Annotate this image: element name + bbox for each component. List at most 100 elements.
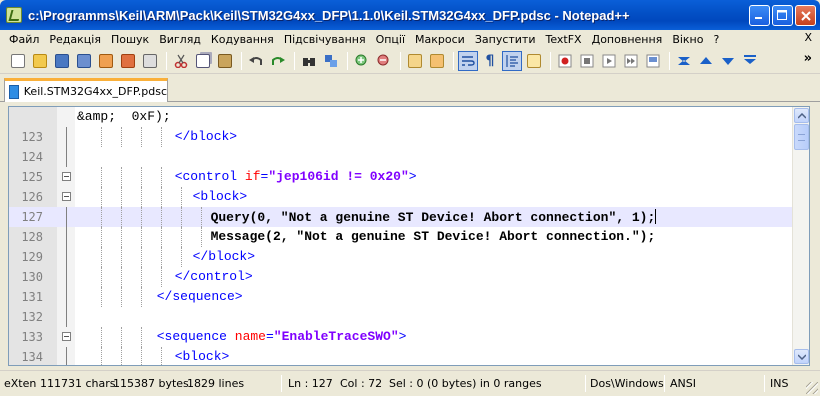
indent-guide (121, 227, 122, 247)
tab-document[interactable]: Keil.STM32G4xx_DFP.pdsc (4, 78, 168, 102)
indent-guide (121, 207, 122, 227)
sync-vertical-button[interactable] (405, 51, 425, 71)
menu-encoding[interactable]: Кодування (206, 33, 279, 46)
line-number: 129 (21, 250, 43, 264)
fold-toggle-icon[interactable] (62, 172, 71, 181)
paste-button[interactable] (215, 51, 235, 71)
code-token-tag: <block> (174, 349, 230, 364)
show-all-chars-button[interactable]: ¶ (480, 51, 500, 71)
indent-guide (121, 287, 122, 307)
undo-button[interactable] (246, 51, 266, 71)
menu-edit[interactable]: Редакція (44, 33, 106, 46)
menu-help[interactable]: ? (708, 33, 724, 46)
code-line: 124 (9, 147, 793, 167)
indent-guide (101, 347, 102, 365)
code-line-fragment: &amp; 0xF); (9, 107, 793, 127)
playback-macro-button[interactable] (599, 51, 619, 71)
minimize-button[interactable] (749, 5, 770, 26)
code-text: Message(2, "Not a genuine ST Device! Abo… (211, 229, 656, 244)
unfold-icon (744, 54, 756, 64)
indent-guide-button[interactable] (502, 50, 522, 71)
run-macro-multiple-button[interactable] (621, 51, 641, 71)
find-button[interactable] (299, 51, 319, 71)
menu-language[interactable]: Підсвічування (279, 33, 371, 46)
menu-run[interactable]: Запустити (470, 33, 541, 46)
indent-guide (121, 327, 122, 347)
word-wrap-button[interactable] (458, 50, 478, 71)
code-text: <block> (193, 189, 248, 204)
fold-line (66, 147, 67, 167)
zoom-out-button[interactable] (374, 51, 394, 71)
run-macro-multiple-icon (624, 54, 638, 67)
close-document-button[interactable]: X (804, 31, 812, 44)
record-macro-button[interactable] (555, 51, 575, 71)
cut-button[interactable] (171, 51, 191, 71)
save-macro-button[interactable] (643, 51, 663, 71)
save-button[interactable] (52, 51, 72, 71)
down-button[interactable] (718, 51, 738, 71)
indent-guide (141, 167, 142, 187)
zoom-in-button[interactable] (352, 51, 372, 71)
close-all-button[interactable] (118, 51, 138, 71)
open-file-button[interactable] (30, 51, 50, 71)
scroll-thumb[interactable] (794, 124, 809, 150)
code-line: 129 </block> (9, 247, 793, 267)
toolbar-separator (669, 51, 670, 70)
replace-button[interactable] (321, 51, 341, 71)
up-button[interactable] (696, 51, 716, 71)
copy-button[interactable] (193, 51, 213, 71)
indent-guide (141, 347, 142, 365)
code-token-tag: </sequence> (156, 289, 243, 304)
close-icon (99, 53, 113, 68)
toolbar-overflow-button[interactable]: » (804, 51, 812, 66)
status-encoding: ANSI (670, 377, 696, 390)
print-button[interactable] (140, 51, 160, 71)
vertical-scrollbar[interactable] (792, 107, 809, 365)
indent-guide (141, 207, 142, 227)
sync-horizontal-button[interactable] (427, 51, 447, 71)
code-token-tag: > (398, 329, 407, 344)
doc-map-button[interactable] (524, 51, 544, 71)
indent-guide (201, 227, 202, 247)
menu-file[interactable]: Файл (4, 33, 44, 46)
menu-window[interactable]: Вікно (667, 33, 708, 46)
code-line: 123 </block> (9, 127, 793, 147)
menu-settings[interactable]: Опції (371, 33, 410, 46)
editor[interactable]: &amp; 0xF); 123 </block> 124 125 <control if=… (8, 106, 810, 366)
maximize-button[interactable] (772, 5, 793, 26)
resize-grip[interactable] (806, 382, 818, 394)
close-window-button[interactable] (795, 5, 816, 26)
fold-toggle-icon[interactable] (62, 192, 71, 201)
scroll-down-button[interactable] (794, 349, 809, 364)
menu-macro[interactable]: Макроси (410, 33, 470, 46)
line-number: 128 (21, 230, 43, 244)
menu-plugins[interactable]: Доповнення (587, 33, 668, 46)
fold-toggle-icon[interactable] (62, 332, 71, 341)
fold-line (66, 127, 67, 147)
status-column: Col : 72 (340, 377, 383, 390)
redo-button[interactable] (268, 51, 288, 71)
menu-textfx[interactable]: TextFX (540, 33, 586, 46)
fold-line (66, 287, 67, 307)
indent-guide (201, 207, 202, 227)
code-line: 131 </sequence> (9, 287, 793, 307)
indent-guide (101, 227, 102, 247)
indent-guide (141, 127, 142, 147)
save-all-button[interactable] (74, 51, 94, 71)
line-number: 133 (21, 330, 43, 344)
paste-icon (218, 53, 232, 68)
fold-line (66, 227, 67, 247)
indent-guide (161, 347, 162, 365)
code-line: 134 <block> (9, 347, 793, 365)
unfold-button[interactable] (740, 51, 760, 71)
new-file-button[interactable] (8, 51, 28, 71)
stop-macro-button[interactable] (577, 51, 597, 71)
close-button[interactable] (96, 51, 116, 71)
menu-search[interactable]: Пошук (106, 33, 154, 46)
scroll-up-button[interactable] (794, 108, 809, 123)
window-title: c:\Programms\Keil\ARM\Pack\Keil\STM32G4x… (28, 7, 630, 23)
print-icon (143, 53, 157, 68)
fold-all-button[interactable] (674, 51, 694, 71)
code-token-tag: </block> (174, 129, 238, 144)
menu-view[interactable]: Вигляд (154, 33, 206, 46)
